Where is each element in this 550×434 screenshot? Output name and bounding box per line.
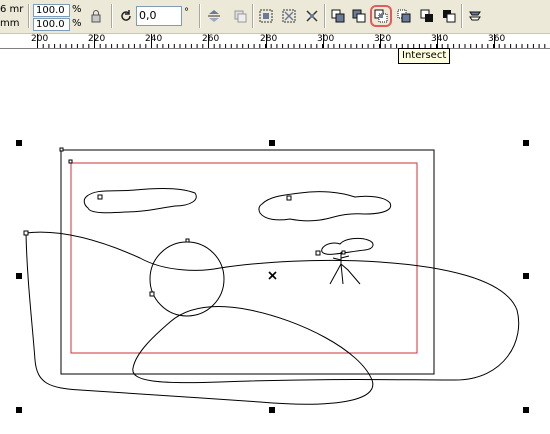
- toolbar-separator: [28, 4, 30, 28]
- freehand-curve[interactable]: [25, 231, 520, 405]
- drawing-canvas[interactable]: [0, 48, 550, 434]
- scale-y-percent: %: [72, 18, 82, 29]
- scale-x-percent: %: [72, 4, 82, 15]
- intersect-tooltip: Intersect: [398, 48, 451, 64]
- object-height-value: mm: [0, 18, 20, 29]
- selection-center-mark: [268, 271, 277, 280]
- back-minus-front-icon[interactable]: [439, 6, 459, 26]
- trim-icon[interactable]: [349, 6, 369, 26]
- mirror-icon[interactable]: [204, 6, 224, 26]
- red-rectangle[interactable]: [70, 162, 418, 354]
- toolbar-separator: [324, 4, 326, 28]
- intersect-highlight-ring: [370, 5, 392, 27]
- sun-circle[interactable]: [149, 241, 225, 317]
- ruler-label: 340: [431, 34, 449, 44]
- rotate-icon: [116, 6, 136, 26]
- toolbar-separator: [111, 4, 113, 28]
- front-minus-back-icon[interactable]: [417, 6, 437, 26]
- ruler-label: 360: [488, 34, 506, 44]
- ruler-label: 280: [260, 34, 278, 44]
- property-bar: 6 mr mm 100.0 100.0 % % 0,0 °: [0, 0, 550, 34]
- toolbar-separator: [252, 4, 254, 28]
- ruler-label: 260: [202, 34, 220, 44]
- combine-icon[interactable]: [302, 6, 322, 26]
- scale-x-field[interactable]: 100.0: [33, 4, 70, 17]
- create-boundary-icon[interactable]: [465, 6, 485, 26]
- cloud-left[interactable]: [83, 187, 197, 214]
- scale-y-field[interactable]: 100.0: [33, 18, 70, 31]
- ruler-label: 300: [317, 34, 335, 44]
- ruler-label: 220: [88, 34, 106, 44]
- degree-symbol: °: [184, 7, 189, 18]
- toolbar-separator: [461, 4, 463, 28]
- rotation-angle-input[interactable]: 0,0: [136, 6, 182, 26]
- ruler-label: 240: [145, 34, 163, 44]
- object-width-value: 6 mr: [0, 4, 24, 15]
- toolbar-separator: [199, 4, 201, 28]
- ruler-label: 200: [31, 34, 49, 44]
- ruler-label: 320: [374, 34, 392, 44]
- horizontal-ruler[interactable]: 200 220 240 260 280 300 320 340 360: [0, 34, 550, 49]
- simplify-icon[interactable]: [394, 6, 414, 26]
- weld-icon[interactable]: [328, 6, 348, 26]
- ungroup-icon[interactable]: [256, 6, 276, 26]
- node-markers: [23, 147, 346, 297]
- ungroup-all-icon[interactable]: [279, 6, 299, 26]
- lock-ratio-icon[interactable]: [86, 6, 106, 26]
- cloud-right[interactable]: [258, 191, 392, 222]
- group-icon[interactable]: [230, 6, 250, 26]
